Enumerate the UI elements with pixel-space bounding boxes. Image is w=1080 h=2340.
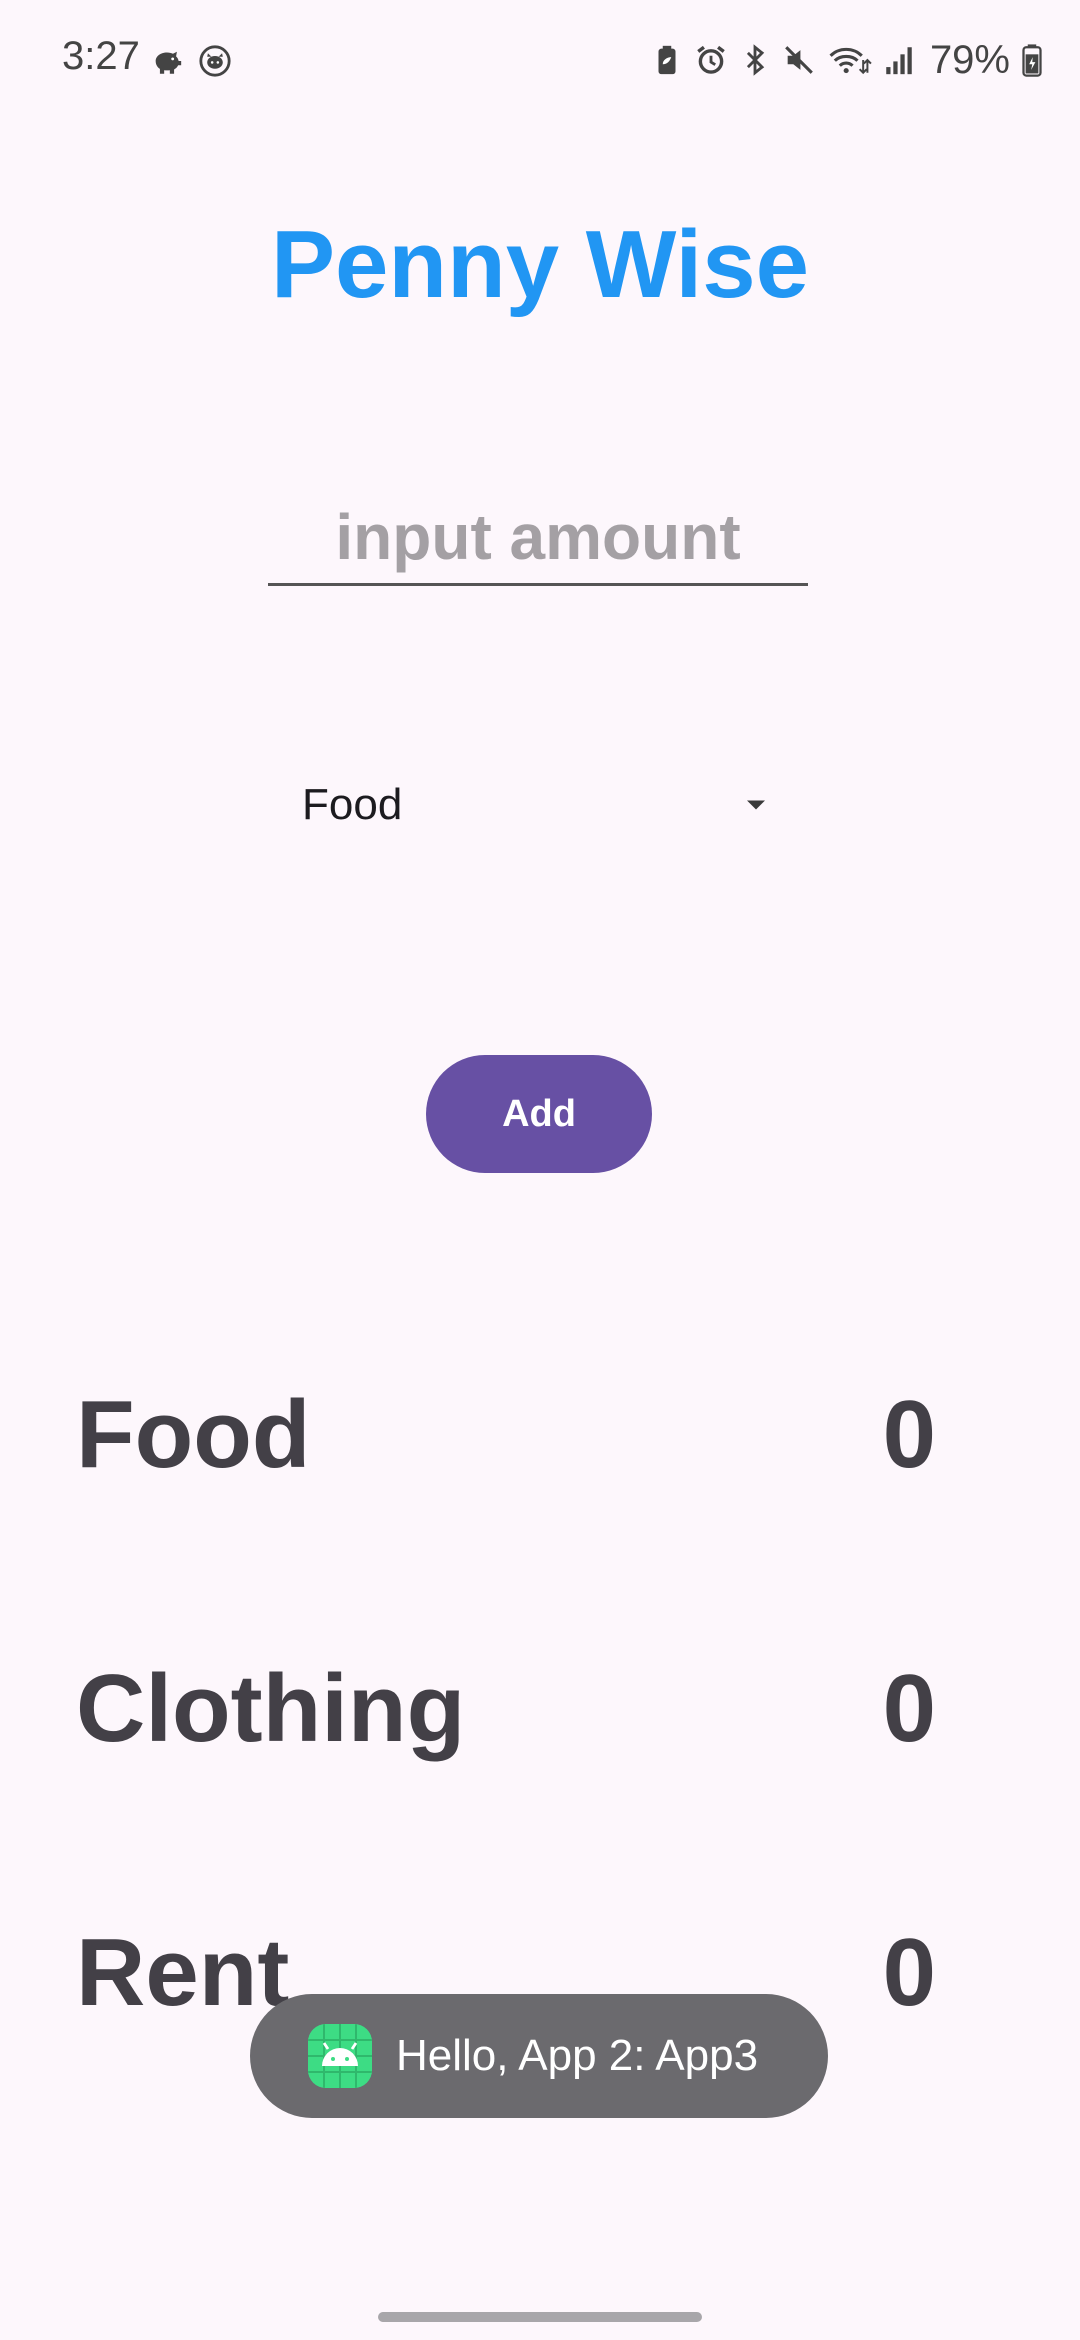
- piggy-bank-icon: [150, 44, 184, 78]
- amount-input[interactable]: [268, 490, 808, 586]
- total-value: 0: [882, 1381, 936, 1488]
- battery-percent: 79%: [929, 38, 1010, 82]
- add-button[interactable]: Add: [426, 1055, 652, 1173]
- total-label: Clothing: [76, 1655, 466, 1762]
- total-value: 0: [882, 1655, 936, 1762]
- home-gesture-bar[interactable]: [378, 2312, 702, 2322]
- chevron-down-icon: [738, 787, 774, 823]
- category-selected-value: Food: [302, 780, 403, 829]
- total-label: Rent: [76, 1919, 290, 2026]
- mute-icon: [782, 43, 816, 77]
- status-bar: 3:27 79%: [0, 0, 1080, 126]
- toast-message: Hello, App 2: App3: [250, 1994, 828, 2118]
- alarm-icon: [694, 43, 728, 77]
- battery-saver-icon: [650, 43, 684, 77]
- total-value: 0: [882, 1919, 936, 2026]
- cat-face-icon: [198, 44, 232, 78]
- wifi-icon: [826, 43, 872, 77]
- total-row-clothing: Clothing 0: [76, 1654, 936, 1764]
- bluetooth-icon: [738, 43, 772, 77]
- notification-icons: [150, 44, 232, 78]
- toast-text: Hello, App 2: App3: [396, 2031, 759, 2080]
- android-app-icon: [308, 2024, 372, 2088]
- total-row-food: Food 0: [76, 1380, 936, 1490]
- app-title: Penny Wise: [271, 211, 809, 318]
- category-dropdown[interactable]: Food: [300, 765, 780, 845]
- total-label: Food: [76, 1381, 311, 1488]
- system-icons: 79%: [650, 40, 1044, 80]
- status-time: 3:27: [62, 34, 140, 78]
- signal-icon: [882, 43, 916, 77]
- battery-icon: [1020, 43, 1044, 77]
